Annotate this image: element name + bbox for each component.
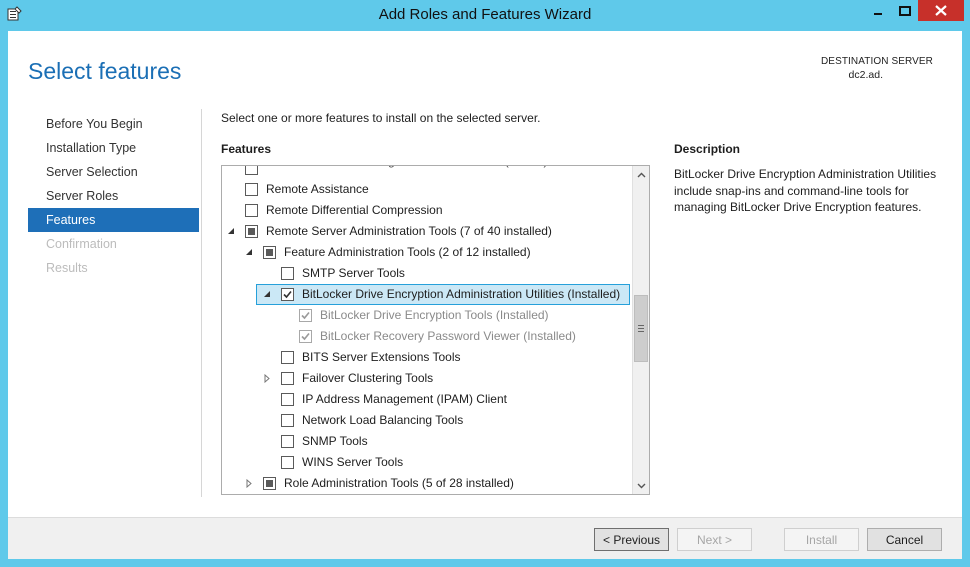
nav-item-confirmation: Confirmation (46, 237, 117, 251)
tree-item[interactable]: IP Address Management (IPAM) Client (222, 389, 631, 410)
tree-item[interactable]: Network Load Balancing Tools (222, 410, 631, 431)
tree-item-label: BITS Server Extensions Tools (302, 350, 461, 364)
tree-item[interactable]: Remote Assistance (222, 179, 631, 200)
minimize-button[interactable] (864, 0, 891, 21)
expanded-arrow-icon[interactable] (263, 290, 271, 299)
scroll-up-button[interactable] (633, 166, 649, 183)
features-heading: Features (221, 142, 272, 156)
checkmark-icon (301, 332, 310, 341)
tree-item-label: Failover Clustering Tools (302, 371, 434, 385)
chevron-up-icon (637, 172, 645, 177)
wizard-nav: Before You Begin Installation Type Serve… (28, 112, 199, 280)
checkmark-icon (301, 311, 310, 320)
description-heading: Description (674, 142, 741, 156)
tree-item[interactable]: Remote Server Administration Tools (7 of… (222, 221, 631, 242)
close-icon (935, 5, 947, 16)
next-button[interactable]: Next > (677, 528, 752, 551)
tree-item-label: Remote Server Administration Tools (7 of… (266, 224, 552, 238)
tree-item[interactable]: SNMP Tools (222, 431, 631, 452)
destination-server-value: dc2.ad. (848, 69, 883, 81)
tree-item[interactable]: Remote Differential Compression (222, 200, 631, 221)
previous-button[interactable]: < Previous (594, 528, 669, 551)
features-tree[interactable]: RAS Connection Manager Administration Ki… (221, 165, 650, 495)
collapsed-arrow-icon[interactable] (245, 478, 253, 489)
tree-item[interactable]: Feature Administration Tools (2 of 12 in… (222, 242, 631, 263)
description-text: BitLocker Drive Encryption Administratio… (674, 167, 937, 214)
page-title: Select features (28, 58, 182, 84)
expanded-arrow-icon[interactable] (227, 227, 235, 236)
checkbox[interactable] (245, 183, 258, 196)
install-button[interactable]: Install (784, 528, 859, 551)
checkbox[interactable] (281, 267, 294, 280)
tree-item[interactable]: SMTP Server Tools (222, 263, 631, 284)
features-tree-list: RAS Connection Manager Administration Ki… (222, 166, 631, 494)
nav-item-server-roles[interactable]: Server Roles (28, 184, 199, 208)
tree-item-label: Network Load Balancing Tools (302, 413, 464, 427)
nav-item-results: Results (46, 261, 88, 275)
tree-item-label: SMTP Server Tools (302, 266, 405, 280)
tree-item[interactable]: BitLocker Recovery Password Viewer (Inst… (222, 326, 631, 347)
intro-text: Select one or more features to install o… (221, 111, 541, 125)
tree-item-label: RAS Connection Manager Administration Ki… (266, 166, 547, 168)
nav-divider (201, 109, 202, 497)
tree-scrollbar[interactable] (632, 166, 649, 494)
expanded-arrow-icon[interactable] (245, 248, 253, 257)
close-button[interactable] (918, 0, 964, 21)
tree-item[interactable]: RAS Connection Manager Administration Ki… (222, 166, 631, 179)
grip-icon (638, 325, 644, 332)
tree-item-label: Role Administration Tools (5 of 28 insta… (284, 476, 514, 490)
wizard-content: Select features DESTINATION SERVER dc2.a… (8, 31, 962, 559)
title-bar[interactable]: Add Roles and Features Wizard (0, 0, 970, 30)
tree-item-label: IP Address Management (IPAM) Client (302, 392, 507, 406)
wizard-window: Add Roles and Features Wizard Select fea… (0, 0, 970, 567)
checkbox[interactable] (281, 414, 294, 427)
checkbox[interactable] (263, 246, 276, 259)
nav-item-features[interactable]: Features (28, 208, 199, 232)
checkmark-icon (283, 290, 292, 299)
checkbox[interactable] (281, 351, 294, 364)
checkbox[interactable] (245, 204, 258, 217)
checkbox[interactable] (245, 225, 258, 238)
maximize-button[interactable] (891, 0, 918, 21)
tree-item[interactable]: WINS Server Tools (222, 452, 631, 473)
checkbox[interactable] (281, 456, 294, 469)
scroll-down-button[interactable] (633, 477, 649, 494)
scroll-thumb[interactable] (634, 295, 648, 362)
checkbox (299, 330, 312, 343)
checkbox[interactable] (281, 393, 294, 406)
nav-item-server-selection[interactable]: Server Selection (28, 160, 199, 184)
nav-item-before-you-begin[interactable]: Before You Begin (28, 112, 199, 136)
tree-item[interactable]: BitLocker Drive Encryption Administratio… (222, 284, 631, 305)
window-title: Add Roles and Features Wizard (378, 6, 592, 23)
tree-item-label: Remote Differential Compression (266, 203, 443, 217)
maximize-icon (898, 5, 911, 16)
tree-item-label: BitLocker Recovery Password Viewer (Inst… (320, 329, 576, 343)
checkbox[interactable] (263, 477, 276, 490)
wizard-footer: < Previous Next > Install Cancel (8, 517, 962, 559)
tree-item-label: BitLocker Drive Encryption Tools (Instal… (320, 308, 549, 322)
destination-server-label: DESTINATION SERVER (820, 56, 933, 67)
tree-item[interactable]: BitLocker Drive Encryption Tools (Instal… (222, 305, 631, 326)
tree-item-label: Feature Administration Tools (2 of 12 in… (284, 245, 531, 259)
checkbox[interactable] (281, 435, 294, 448)
minimize-icon (873, 12, 882, 15)
chevron-down-icon (637, 483, 645, 488)
cancel-button[interactable]: Cancel (867, 528, 942, 551)
checkbox[interactable] (281, 288, 294, 301)
nav-item-installation-type[interactable]: Installation Type (28, 136, 199, 160)
checkbox[interactable] (281, 372, 294, 385)
collapsed-arrow-icon[interactable] (263, 373, 271, 384)
tree-item[interactable]: BITS Server Extensions Tools (222, 347, 631, 368)
tree-item-label: WINS Server Tools (302, 455, 404, 469)
checkbox[interactable] (245, 166, 258, 175)
tree-item[interactable]: Role Administration Tools (5 of 28 insta… (222, 473, 631, 494)
tree-item-label: Remote Assistance (266, 182, 369, 196)
tree-item-label: BitLocker Drive Encryption Administratio… (302, 287, 621, 301)
tree-item-label: SNMP Tools (302, 434, 368, 448)
checkbox (299, 309, 312, 322)
tree-item[interactable]: Failover Clustering Tools (222, 368, 631, 389)
